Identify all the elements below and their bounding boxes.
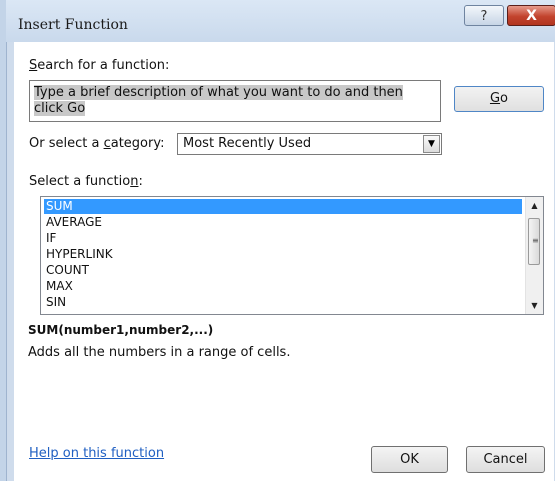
window-left-border <box>0 0 7 481</box>
list-item[interactable]: HYPERLINK <box>44 247 522 262</box>
function-list-label-b: : <box>138 174 143 189</box>
category-label-b: ategory: <box>110 136 165 151</box>
help-on-function-link[interactable]: Help on this function <box>29 446 164 461</box>
category-label-a: Or select a <box>29 136 104 151</box>
dropdown-arrow-icon[interactable]: ▼ <box>423 135 440 153</box>
category-label: Or select a category: <box>29 136 164 151</box>
search-input[interactable]: Type a brief description of what you wan… <box>29 80 441 122</box>
function-list[interactable]: SUM AVERAGE IF HYPERLINK COUNT MAX SIN ▲… <box>40 196 544 315</box>
go-button[interactable]: Go <box>454 86 544 112</box>
function-description: Adds all the numbers in a range of cells… <box>28 345 291 360</box>
search-input-value: Type a brief description of what you wan… <box>34 85 403 116</box>
search-label-text: earch for a function: <box>37 58 170 73</box>
vertical-scrollbar[interactable]: ▲ ≡ ▼ <box>525 197 543 314</box>
go-button-mnemonic: G <box>489 91 501 106</box>
function-signature: SUM(number1,number2,...) <box>28 323 214 337</box>
category-label-mnemonic: c <box>103 136 111 151</box>
category-select[interactable]: Most Recently Used ▼ <box>177 133 442 155</box>
list-item[interactable]: MAX <box>44 279 522 294</box>
list-item[interactable]: SIN <box>44 295 522 310</box>
close-button[interactable]: X <box>507 5 555 26</box>
list-item[interactable]: SUM <box>44 199 522 214</box>
function-list-label: Select a function: <box>29 174 143 189</box>
title-bar[interactable]: Insert Function ? X <box>6 0 555 42</box>
scrollbar-thumb[interactable]: ≡ <box>528 218 540 265</box>
list-item[interactable]: COUNT <box>44 263 522 278</box>
list-item[interactable]: IF <box>44 231 522 246</box>
function-list-label-a: Select a functio <box>29 174 131 189</box>
scroll-up-arrow-icon[interactable]: ▲ <box>526 197 543 214</box>
cancel-button[interactable]: Cancel <box>466 446 545 473</box>
ok-button[interactable]: OK <box>371 446 448 473</box>
category-selected-value: Most Recently Used <box>183 136 312 151</box>
scroll-down-arrow-icon[interactable]: ▼ <box>526 297 543 314</box>
list-item[interactable]: AVERAGE <box>44 215 522 230</box>
dialog-title: Insert Function <box>18 17 128 33</box>
help-button[interactable]: ? <box>464 5 504 26</box>
search-label: Search for a function: <box>29 58 169 73</box>
search-input-text: Type a brief description of what you wan… <box>34 85 428 117</box>
grip-icon: ≡ <box>532 236 539 245</box>
go-button-label: o <box>500 91 509 106</box>
